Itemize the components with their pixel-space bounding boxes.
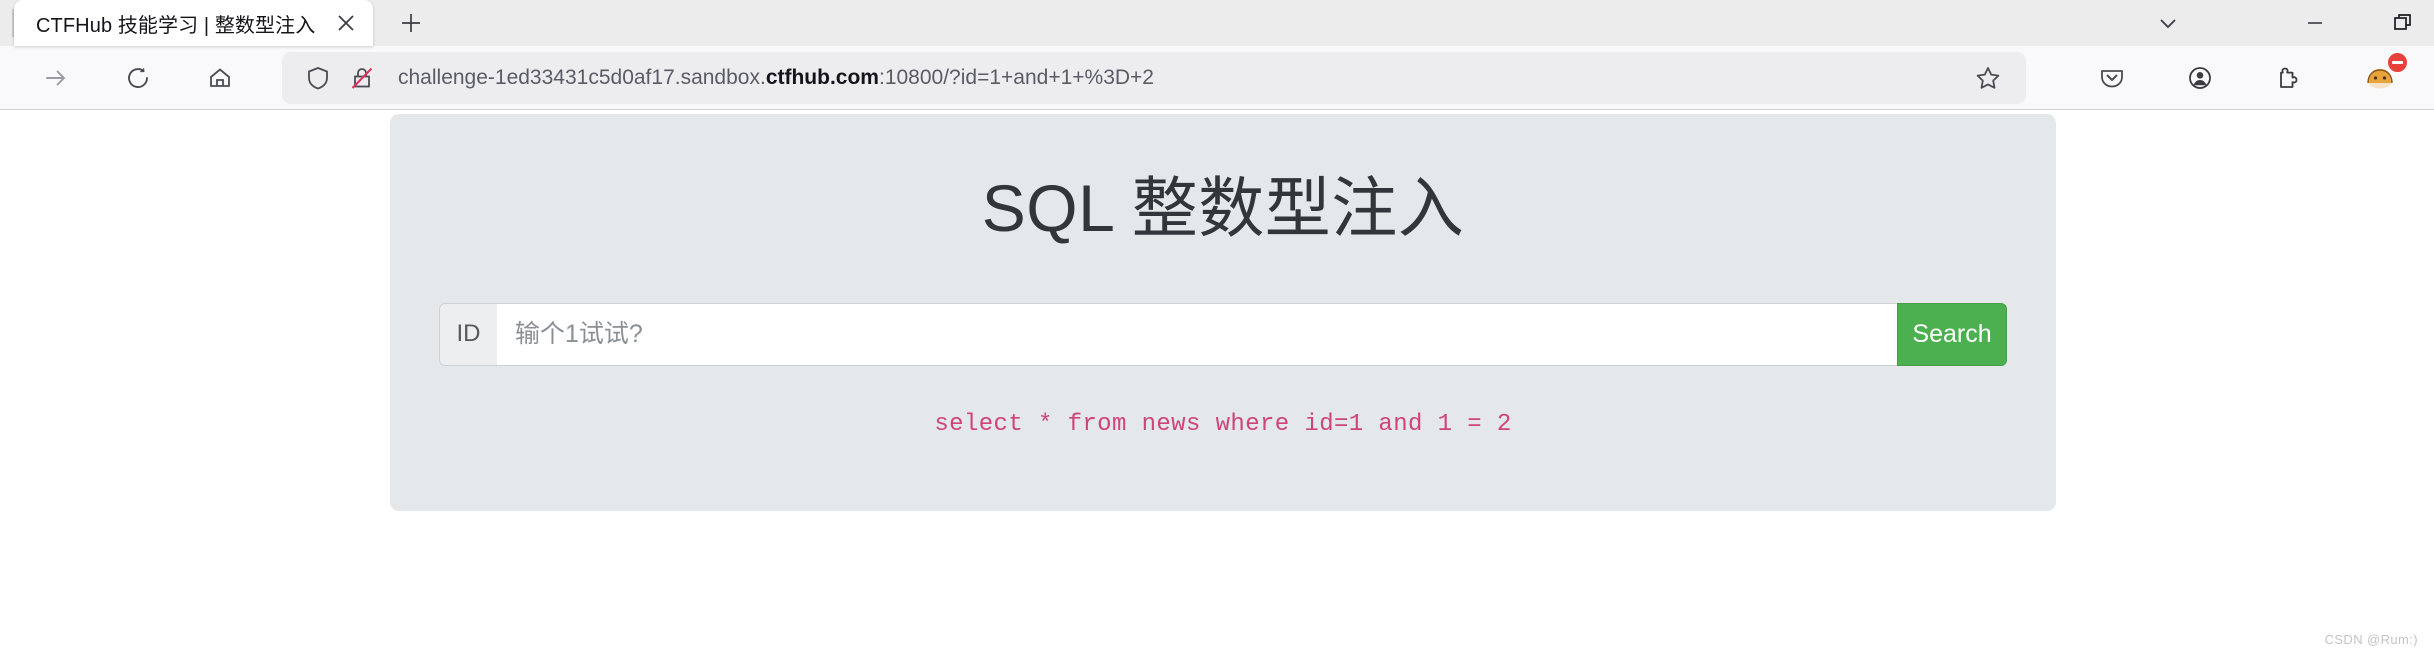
chevron-down-icon[interactable] (2126, 0, 2210, 46)
reload-icon[interactable] (112, 52, 164, 104)
extension-icon[interactable] (2354, 49, 2410, 104)
extensions-puzzle-icon[interactable] (2262, 52, 2314, 104)
navigation-toolbar: challenge-1ed33431c5d0af17.sandbox.ctfhu… (0, 46, 2434, 110)
new-tab-icon[interactable] (389, 1, 433, 45)
browser-window: CTFHub 技能学习 | 整数型注入 challenge-1ed33431c5… (0, 0, 2434, 653)
restore-window-icon[interactable] (2372, 0, 2434, 46)
pocket-icon[interactable] (2086, 52, 2138, 104)
address-bar[interactable]: challenge-1ed33431c5d0af17.sandbox.ctfhu… (282, 51, 2026, 104)
input-prefix-label: ID (439, 302, 497, 366)
insecure-lock-icon[interactable] (344, 60, 380, 96)
search-button[interactable]: Search (1897, 302, 2007, 366)
url-text: challenge-1ed33431c5d0af17.sandbox.ctfhu… (398, 66, 1968, 90)
page-viewport: SQL 整数型注入 ID Search select * from news w… (0, 111, 2434, 653)
close-icon[interactable] (329, 6, 363, 40)
jumbotron-card: SQL 整数型注入 ID Search select * from news w… (390, 114, 2056, 511)
minimize-icon[interactable] (2284, 0, 2346, 46)
page-title: SQL 整数型注入 (981, 171, 1465, 245)
extension-badge (2385, 49, 2410, 75)
shield-icon[interactable] (300, 60, 336, 96)
id-input[interactable] (497, 302, 1897, 366)
url-host: ctfhub.com (765, 65, 879, 89)
id-search-form: ID Search (439, 302, 2007, 366)
tab-strip: CTFHub 技能学习 | 整数型注入 (0, 0, 2434, 46)
watermark: CSDN @Rum:) (2324, 632, 2418, 647)
forward-arrow-icon[interactable] (30, 52, 82, 104)
bookmark-star-icon[interactable] (1968, 58, 2008, 98)
url-suffix: :10800/?id=1+and+1+%3D+2 (878, 65, 1154, 89)
url-prefix: challenge-1ed33431c5d0af17.sandbox. (398, 65, 766, 89)
tab-title: CTFHub 技能学习 | 整数型注入 (36, 14, 316, 37)
toolbar-right-group (2050, 49, 2412, 104)
browser-tab-active[interactable]: CTFHub 技能学习 | 整数型注入 (14, 0, 374, 46)
sql-query-output: select * from news where id=1 and 1 = 2 (934, 410, 1512, 438)
account-icon[interactable] (2174, 52, 2226, 104)
home-icon[interactable] (194, 52, 246, 104)
window-controls (2126, 0, 2434, 46)
